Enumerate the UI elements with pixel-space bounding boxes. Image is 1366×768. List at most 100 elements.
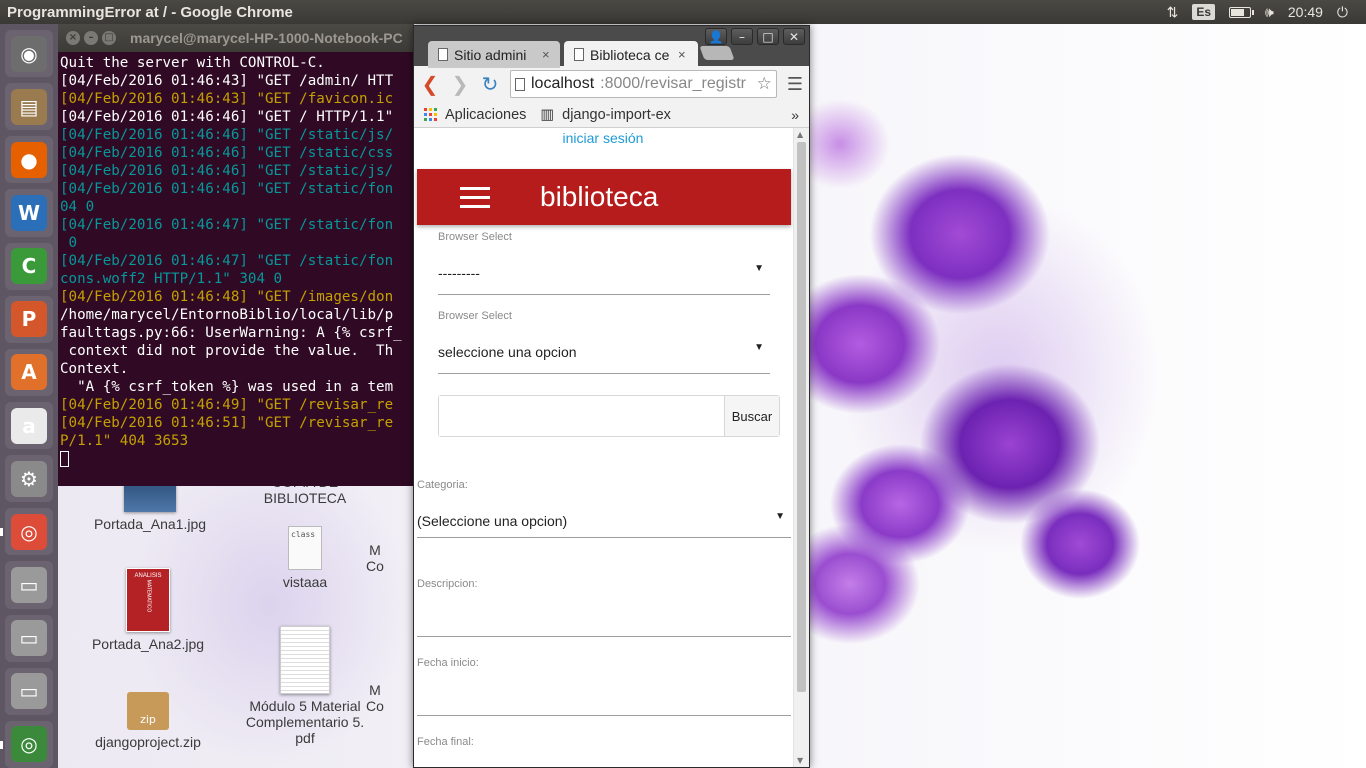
address-bar[interactable]: localhost:8000/revisar_registr ☆ (510, 70, 777, 98)
apps-icon[interactable] (424, 108, 437, 121)
close-icon[interactable]: × (66, 31, 80, 45)
launcher-item[interactable]: ● (5, 136, 53, 184)
launcher-item[interactable]: ◎ (0, 720, 53, 768)
scrollbar-thumb[interactable] (797, 142, 806, 692)
back-button[interactable]: ❮ (420, 72, 440, 96)
login-link[interactable]: iniciar sesión (414, 130, 792, 146)
bookmarks-overflow-button[interactable]: » (791, 107, 799, 123)
forward-button[interactable]: ❯ (450, 72, 470, 96)
hamburger-menu-icon[interactable] (460, 186, 490, 208)
bookmark-django-import[interactable]: django-import-ex (562, 107, 671, 123)
files-icon: ▤ (11, 88, 47, 125)
select-value: seleccione una opcion (438, 344, 577, 360)
search-button[interactable]: Buscar (724, 396, 779, 436)
launcher-item[interactable]: P (5, 295, 53, 343)
new-tab-button[interactable] (699, 46, 735, 60)
desktop-icon-partial-2[interactable]: M Co (330, 678, 420, 714)
search-input[interactable] (439, 396, 724, 436)
drive-icon-2: ▭ (11, 620, 47, 657)
tab-close-icon[interactable]: × (542, 47, 550, 62)
desktop-icon-portada-ana1[interactable]: Portada_Ana1.jpg (80, 478, 220, 532)
tab-sitio-admin[interactable]: Sitio admini × (428, 41, 560, 68)
cover-subtitle: MATEMATICO (145, 579, 151, 613)
maximize-icon[interactable]: □ (102, 31, 116, 45)
maximize-icon[interactable]: □ (757, 28, 779, 45)
categoria-select[interactable]: Categoria: (Seleccione una opcion) ▼ (417, 479, 791, 538)
tab-close-icon[interactable]: × (678, 47, 686, 62)
bookmarks-bar: Aplicaciones ▥ django-import-ex » (414, 102, 809, 128)
select-label: Browser Select (438, 231, 512, 243)
close-icon[interactable]: ✕ (783, 28, 805, 45)
desktop-icon-partial-1[interactable]: M Co (330, 538, 420, 574)
dash-icon: ◉ (11, 35, 47, 72)
launcher-item[interactable]: ◉ (5, 30, 53, 78)
launcher-item[interactable]: A (5, 348, 53, 396)
app-header: biblioteca (417, 169, 791, 225)
launcher-item[interactable]: ▤ (5, 83, 53, 131)
launcher-item[interactable]: ▭ (5, 561, 53, 609)
browser-select-2[interactable]: Browser Select seleccione una opcion ▼ (438, 310, 770, 374)
terminal-title: marycel@marycel-HP-1000-Notebook-PC (130, 30, 403, 46)
battery-icon[interactable] (1229, 3, 1255, 21)
fecha-inicio-field[interactable]: Fecha inicio: (417, 657, 791, 716)
bookmark-apps[interactable]: Aplicaciones (445, 107, 526, 123)
profile-icon[interactable]: 👤 (705, 28, 727, 45)
fecha-inicio-input[interactable] (417, 669, 791, 716)
power-icon[interactable]: ⏻ (1337, 3, 1348, 21)
desktop-icon-label: djangoproject.zip (95, 734, 201, 750)
descripcion-field[interactable]: Descripcion: (417, 578, 791, 637)
impress-icon: P (11, 301, 47, 338)
tab-strip: 👤 – □ ✕ Sitio admini × Biblioteca ce × (414, 26, 809, 68)
launcher-item[interactable]: ⚙ (5, 455, 53, 503)
launcher-item[interactable]: C (5, 242, 53, 290)
descripcion-input[interactable] (417, 590, 791, 637)
tab-label: Sitio admini (454, 46, 527, 63)
bookmark-star-icon[interactable]: ☆ (757, 74, 772, 94)
chrome-menu-icon[interactable]: ☰ (787, 74, 803, 95)
keyboard-layout-indicator[interactable]: Es (1192, 3, 1216, 21)
minimize-icon[interactable]: – (731, 28, 753, 45)
text-file-icon: class (288, 526, 322, 570)
terminal-window[interactable]: × – □ marycel@marycel-HP-1000-Notebook-P… (58, 24, 414, 486)
vertical-scrollbar[interactable]: ▲ ▼ (793, 128, 809, 767)
chrome-window[interactable]: 👤 – □ ✕ Sitio admini × Biblioteca ce × ❮… (413, 25, 810, 768)
terminal-line: cons.woff2 HTTP/1.1" 304 0 (60, 271, 283, 287)
reload-button[interactable]: ↻ (480, 72, 500, 96)
network-icon[interactable]: ⇅ (1167, 3, 1179, 21)
launcher-item[interactable]: W (5, 189, 53, 237)
terminal-output[interactable]: Quit the server with CONTROL-C. [04/Feb/2… (58, 52, 414, 470)
app-title: biblioteca (540, 181, 659, 212)
dropdown-caret-icon: ▼ (754, 263, 764, 274)
clock[interactable]: 20:49 (1288, 3, 1323, 21)
field-label: Fecha final: (417, 736, 474, 748)
window-title: ProgrammingError at / - Google Chrome (7, 3, 293, 21)
desktop-icon-djangoproject-zip[interactable]: zip djangoproject.zip (78, 692, 218, 750)
tab-biblioteca[interactable]: Biblioteca ce × (564, 41, 698, 68)
desktop-icon-label: vistaaa (282, 574, 328, 590)
launcher-item[interactable]: ▭ (5, 667, 53, 715)
browser-select-1[interactable]: Browser Select --------- ▼ (438, 231, 770, 295)
launcher-item[interactable]: a (5, 401, 53, 450)
scroll-up-icon[interactable]: ▲ (797, 130, 803, 139)
terminal-line: [04/Feb/2016 01:46:46] "GET /static/fon (60, 181, 394, 197)
terminal-line: [04/Feb/2016 01:46:43] "GET /favicon.ic (60, 91, 394, 107)
desktop-icon-portada-ana2[interactable]: ANALISIS MATEMATICO Portada_Ana2.jpg (78, 568, 218, 652)
terminal-line: [04/Feb/2016 01:46:46] "GET /static/js/ (60, 163, 394, 179)
field-label: Descripcion: (417, 578, 478, 590)
scroll-down-icon[interactable]: ▼ (797, 756, 803, 765)
dropdown-caret-icon: ▼ (754, 342, 764, 353)
minimize-icon[interactable]: – (84, 31, 98, 45)
bookmark-page-icon: ▥ (540, 106, 555, 123)
terminal-titlebar[interactable]: × – □ marycel@marycel-HP-1000-Notebook-P… (58, 24, 414, 52)
launcher-item[interactable]: ▭ (5, 614, 53, 662)
terminal-line: 0 (60, 235, 78, 251)
terminal-line: context did not provide the value. Th (60, 343, 394, 359)
select-label: Browser Select (438, 310, 512, 322)
fecha-final-field[interactable]: Fecha final: (417, 736, 791, 748)
volume-icon[interactable]: 🕪 (1265, 3, 1274, 21)
tab-label: Biblioteca ce (590, 46, 670, 63)
drive-icon-1: ▭ (11, 566, 47, 603)
firefox-icon: ● (11, 141, 47, 178)
terminal-line: Quit the server with CONTROL-C. (60, 55, 325, 71)
launcher-item[interactable]: ◎ (0, 508, 53, 556)
